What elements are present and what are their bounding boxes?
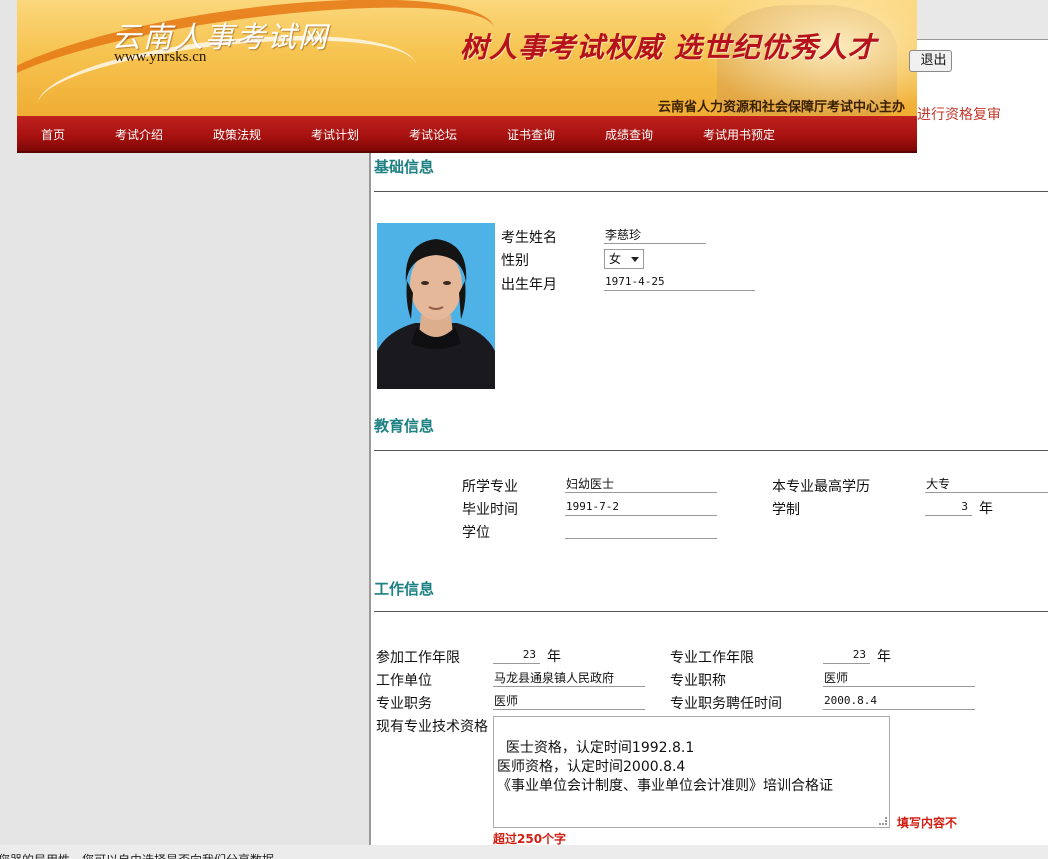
graduation-label: 毕业时间 — [462, 502, 518, 518]
gender-select[interactable]: 女 — [604, 249, 644, 269]
gender-value: 女 — [609, 252, 622, 266]
section-divider — [374, 611, 1048, 612]
degree-field[interactable] — [565, 522, 717, 539]
post-time-field[interactable]: 2000.8.4 — [823, 693, 975, 710]
pro-title-field[interactable]: 医师 — [823, 670, 975, 687]
candidate-photo — [377, 223, 495, 389]
nav-item-policy[interactable]: 政策法规 — [213, 126, 261, 143]
work-years-field[interactable]: 23 — [493, 647, 540, 664]
nav-item-score[interactable]: 成绩查询 — [605, 126, 653, 143]
section-divider — [374, 450, 1048, 451]
pro-title-label: 专业职称 — [670, 673, 726, 689]
portrait-image — [377, 223, 495, 389]
duration-unit: 年 — [979, 501, 993, 517]
site-url: www.ynrsks.cn — [114, 49, 207, 65]
chevron-down-icon — [631, 257, 639, 262]
work-unit-field[interactable]: 马龙县通泉镇人民政府 — [493, 670, 645, 687]
resize-grip-icon[interactable] — [879, 817, 887, 825]
nav-item-certificate[interactable]: 证书查询 — [507, 126, 555, 143]
pro-post-field[interactable]: 医师 — [493, 693, 645, 710]
qualification-textarea[interactable]: 医士资格，认定时间1992.8.1 医师资格，认定时间2000.8.4 《事业单… — [493, 716, 890, 828]
work-years-unit: 年 — [547, 649, 561, 665]
status-bar: 您器的局用性。您可以自由选择是否向我们分享数据 — [0, 845, 1048, 859]
pro-post-label: 专业职务 — [376, 696, 432, 712]
banner-slogan: 树人事考试权威 选世纪优秀人才 — [460, 31, 877, 64]
length-warning: 填写内容不 — [897, 816, 958, 830]
banner-sponsor: 云南省人力资源和社会保障厅考试中心主办 — [658, 99, 906, 114]
gender-label: 性别 — [501, 253, 529, 269]
degree-label: 学位 — [462, 525, 490, 541]
qualification-label: 现有专业技术资格 — [376, 719, 488, 735]
status-text: 您器的局用性。您可以自由选择是否向我们分享数据 — [0, 851, 274, 859]
site-banner: 云南人事考试网 www.ynrsks.cn 树人事考试权威 选世纪优秀人才 云南… — [17, 0, 917, 116]
name-label: 考生姓名 — [501, 230, 557, 246]
column-divider — [369, 153, 371, 845]
work-years-label: 参加工作年限 — [376, 650, 460, 666]
section-title-work: 工作信息 — [374, 580, 435, 598]
major-label: 所学专业 — [462, 479, 518, 495]
nav-item-books[interactable]: 考试用书预定 — [703, 126, 775, 143]
work-unit-label: 工作单位 — [376, 673, 432, 689]
qualification-text: 医士资格，认定时间1992.8.1 医师资格，认定时间2000.8.4 《事业单… — [497, 740, 833, 794]
pro-years-field[interactable]: 23 — [823, 647, 870, 664]
birth-field[interactable]: 1971-4-25 — [604, 274, 755, 291]
pro-years-unit: 年 — [877, 649, 891, 665]
review-link[interactable]: 进行资格复审 — [917, 104, 1001, 124]
section-title-education: 教育信息 — [374, 417, 435, 435]
nav-item-forum[interactable]: 考试论坛 — [409, 126, 457, 143]
section-divider — [374, 191, 1048, 192]
graduation-field[interactable]: 1991-7-2 — [565, 499, 717, 516]
birth-label: 出生年月 — [501, 277, 557, 293]
highest-degree-label: 本专业最高学历 — [772, 479, 870, 495]
nav-item-exam-plan[interactable]: 考试计划 — [311, 126, 359, 143]
duration-field[interactable]: 3 — [925, 499, 972, 516]
logout-button[interactable]: 退出 — [909, 50, 952, 72]
pro-years-label: 专业工作年限 — [670, 650, 754, 666]
section-title-basic: 基础信息 — [374, 158, 435, 176]
major-field[interactable]: 妇幼医士 — [565, 476, 717, 493]
highest-degree-field[interactable]: 大专 — [925, 476, 1048, 493]
nav-item-home[interactable]: 首页 — [41, 126, 65, 143]
nav-item-exam-intro[interactable]: 考试介绍 — [115, 126, 163, 143]
post-time-label: 专业职务聘任时间 — [670, 696, 782, 712]
top-right-strip — [917, 0, 1048, 40]
name-field[interactable]: 李慈珍 — [604, 227, 706, 244]
main-nav: 首页 考试介绍 政策法规 考试计划 考试论坛 证书查询 成绩查询 考试用书预定 — [17, 116, 917, 153]
duration-label: 学制 — [772, 502, 800, 518]
